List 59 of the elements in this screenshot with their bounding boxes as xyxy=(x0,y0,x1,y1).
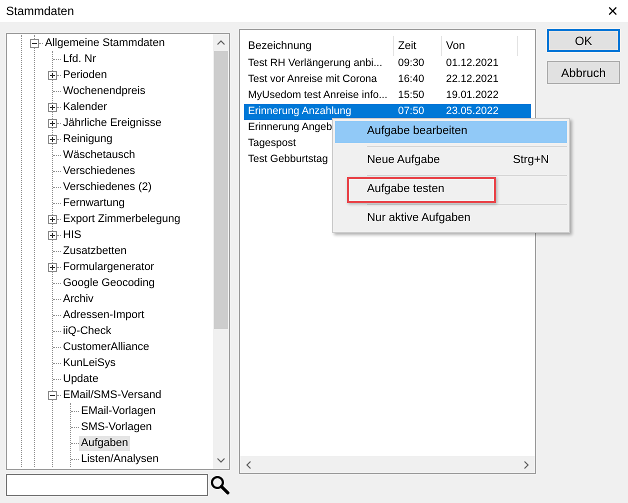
tree-item[interactable]: Formulargenerator xyxy=(61,260,156,274)
tree-item[interactable]: Verschiedenes xyxy=(61,164,138,178)
tree-item[interactable]: SMS-Vorlagen xyxy=(79,420,154,434)
table-row[interactable]: Test RH Verlängerung anbi... 09:30 01.12.2021 xyxy=(244,56,531,72)
tree-item[interactable]: iiQ-Check xyxy=(61,324,114,338)
tree-item[interactable]: EMail/SMS-Versand xyxy=(61,388,164,402)
expand-icon[interactable] xyxy=(48,118,57,128)
scroll-left-icon[interactable] xyxy=(246,460,251,468)
expand-icon[interactable] xyxy=(48,70,57,80)
menu-item[interactable]: Aufgabe bearbeiten xyxy=(335,121,567,143)
tree-item[interactable]: Verschiedenes (2) xyxy=(61,180,154,194)
menu-item[interactable]: Nur aktive Aufgaben xyxy=(335,208,567,230)
scroll-right-icon[interactable] xyxy=(524,460,529,468)
tree-item[interactable]: Export Zimmerbelegung xyxy=(61,212,182,226)
tree-item[interactable]: Zusatzbetten xyxy=(61,244,129,258)
tree-item[interactable]: Update xyxy=(61,372,100,386)
expand-icon[interactable] xyxy=(48,230,57,240)
tree-item[interactable]: Perioden xyxy=(61,68,110,82)
table-row[interactable]: Erinnerung Anzahlung 07:50 23.05.2022 xyxy=(244,104,531,120)
ok-button[interactable]: OK xyxy=(547,29,620,52)
window-title: Stammdaten xyxy=(6,3,74,20)
tree-item[interactable]: CustomerAlliance xyxy=(61,340,152,354)
tree-item[interactable]: Kalender xyxy=(61,100,110,114)
tree-item[interactable]: Lfd. Nr xyxy=(61,52,98,66)
scroll-down-icon[interactable] xyxy=(217,458,225,463)
expand-icon[interactable] xyxy=(48,102,57,112)
tree-item[interactable]: Fernwartung xyxy=(61,196,127,210)
tree-item[interactable]: Allgemeine Stammdaten xyxy=(43,36,167,50)
expand-icon[interactable] xyxy=(48,134,57,144)
tree-item[interactable]: Google Geocoding xyxy=(61,276,157,290)
cancel-button[interactable]: Abbruch xyxy=(547,61,620,84)
collapse-icon[interactable] xyxy=(48,390,57,400)
table-row[interactable]: MyUsedom test Anreise info... 15:50 19.01.2022 xyxy=(244,88,531,104)
column-header[interactable]: Bezeichnung xyxy=(244,36,394,56)
collapse-icon[interactable] xyxy=(30,38,39,48)
tree-item[interactable]: HIS xyxy=(61,228,84,242)
scroll-up-icon[interactable] xyxy=(217,40,225,45)
tree-item[interactable]: Adressen-Import xyxy=(61,308,146,322)
tree-item[interactable]: Reinigung xyxy=(61,132,115,146)
tree-item[interactable]: Archiv xyxy=(61,292,96,306)
menu-item[interactable]: Aufgabe testen xyxy=(335,179,567,201)
tree-item[interactable]: Listen/Analysen xyxy=(79,452,161,466)
search-icon[interactable] xyxy=(210,475,230,495)
tree-item[interactable]: Jährliche Ereignisse xyxy=(61,116,164,130)
tree-item[interactable]: Aufgaben xyxy=(79,436,130,450)
expand-icon[interactable] xyxy=(48,262,57,272)
scrollbar[interactable] xyxy=(213,34,229,469)
column-header[interactable]: Von xyxy=(442,36,518,56)
column-header[interactable]: Zeit xyxy=(394,36,442,56)
search-field[interactable] xyxy=(6,474,208,496)
menu-item[interactable]: Neue Aufgabe Strg+N xyxy=(335,150,567,172)
table-row[interactable]: Test vor Anreise mit Corona 16:40 22.12.2021 xyxy=(244,72,531,88)
scrollbar[interactable] xyxy=(240,456,535,473)
tree-item[interactable]: Wäschetausch xyxy=(61,148,138,162)
tree-item[interactable]: Wochenendpreis xyxy=(61,84,148,98)
tree-item[interactable]: KunLeiSys xyxy=(61,356,118,370)
tree-item[interactable]: EMail-Vorlagen xyxy=(79,404,158,418)
close-button[interactable]: × xyxy=(605,2,620,20)
expand-icon[interactable] xyxy=(48,214,57,224)
